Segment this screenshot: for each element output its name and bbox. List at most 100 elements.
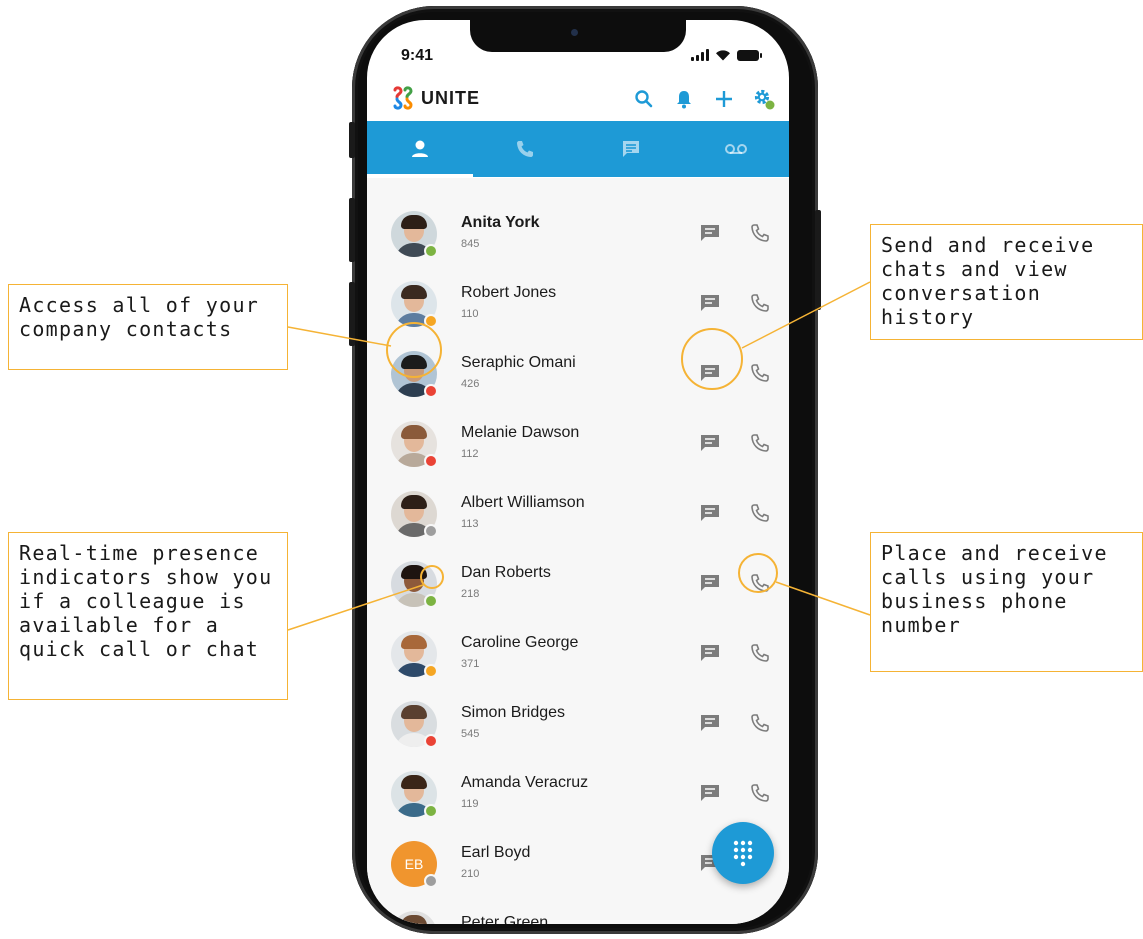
app-logo: UNITE	[391, 86, 480, 110]
phone-icon	[751, 434, 769, 452]
presence-indicator	[424, 874, 438, 888]
callout-presence: Real-time presence indicators show you i…	[8, 532, 288, 700]
add-icon	[716, 91, 732, 107]
dialpad-button[interactable]	[712, 822, 774, 884]
person-icon	[411, 140, 428, 157]
call-button[interactable]	[749, 362, 771, 384]
call-button[interactable]	[749, 642, 771, 664]
chat-button[interactable]	[699, 713, 721, 733]
phone-icon	[751, 224, 769, 242]
search-icon	[635, 90, 653, 108]
contact-extension: 210	[461, 868, 480, 880]
presence-indicator	[424, 384, 438, 398]
presence-indicator	[424, 734, 438, 748]
app-bar: UNITE	[367, 82, 789, 120]
bell-icon	[677, 91, 691, 109]
call-button[interactable]	[749, 432, 771, 454]
phone-icon	[751, 294, 769, 312]
chat-button[interactable]	[699, 573, 721, 593]
list-item[interactable]: Simon Bridges 545	[367, 691, 789, 761]
contact-name: Peter Green	[461, 914, 549, 924]
chat-button[interactable]	[699, 783, 721, 803]
app-name: UNITE	[421, 87, 480, 108]
presence-indicator	[424, 664, 438, 678]
contact-name: Anita York	[461, 214, 540, 231]
list-item[interactable]: Peter Green	[367, 901, 789, 924]
callout-call: Place and receive calls using your busin…	[870, 532, 1143, 672]
contact-name: Amanda Veracruz	[461, 774, 589, 791]
settings-button[interactable]	[751, 86, 777, 112]
phone-icon	[517, 141, 534, 157]
contact-name: Melanie Dawson	[461, 424, 580, 441]
call-button[interactable]	[749, 712, 771, 734]
contact-list: Anita York 845 Robert Jones 110 Seraphic…	[367, 178, 789, 924]
chat-icon	[701, 435, 719, 451]
contact-name: Seraphic Omani	[461, 354, 576, 371]
chat-button[interactable]	[699, 293, 721, 313]
contact-name: Dan Roberts	[461, 564, 551, 581]
contact-extension: 112	[461, 448, 479, 460]
callout-contacts: Access all of your company contacts	[8, 284, 288, 370]
list-item[interactable]: Amanda Veracruz 119	[367, 761, 789, 831]
contact-name: Simon Bridges	[461, 704, 566, 721]
notifications-button[interactable]	[671, 86, 697, 112]
contact-extension: 110	[461, 308, 479, 320]
phone-icon	[751, 714, 769, 732]
presence-highlight-ring	[420, 565, 444, 589]
chat-highlight-ring	[681, 328, 743, 390]
list-item[interactable]: Albert Williamson 113	[367, 481, 789, 551]
volume-down-button	[349, 282, 355, 346]
contact-name: Earl Boyd	[461, 844, 531, 861]
chat-icon	[701, 645, 719, 661]
volume-up-button	[349, 198, 355, 262]
settings-icon	[754, 89, 775, 110]
notch	[470, 20, 686, 52]
power-button	[815, 210, 821, 310]
phone-icon	[751, 504, 769, 522]
chat-icon	[622, 141, 639, 157]
contact-name: Albert Williamson	[461, 494, 585, 511]
mute-switch	[349, 122, 355, 158]
chat-icon	[701, 715, 719, 731]
list-item[interactable]: Anita York 845	[367, 201, 789, 271]
battery-icon	[737, 49, 762, 61]
tab-voicemail[interactable]	[684, 121, 790, 177]
phone-icon	[751, 364, 769, 382]
callout-chat: Send and receive chats and view conversa…	[870, 224, 1143, 340]
tab-bar	[367, 121, 789, 177]
call-highlight-ring	[738, 553, 778, 593]
wifi-icon	[716, 50, 730, 61]
tab-chats[interactable]	[578, 121, 684, 177]
tab-contacts[interactable]	[367, 121, 473, 177]
call-button[interactable]	[749, 782, 771, 804]
contact-extension: 119	[461, 798, 479, 810]
call-button[interactable]	[749, 222, 771, 244]
chat-button[interactable]	[699, 433, 721, 453]
contact-extension: 845	[461, 238, 480, 250]
contact-extension: 113	[461, 518, 479, 530]
avatar	[391, 911, 437, 924]
list-item[interactable]: Melanie Dawson 112	[367, 411, 789, 481]
chat-button[interactable]	[699, 223, 721, 243]
search-button[interactable]	[631, 86, 657, 112]
chat-icon	[701, 575, 719, 591]
signal-icon	[691, 49, 709, 61]
chat-button[interactable]	[699, 503, 721, 523]
contact-extension: 218	[461, 588, 480, 600]
call-button[interactable]	[749, 502, 771, 524]
phone-screen: 9:41 UNITE Anita York 845 Robert Jones 1…	[367, 20, 789, 924]
contact-name: Caroline George	[461, 634, 579, 651]
contact-extension: 426	[461, 378, 480, 390]
camera-icon	[571, 29, 578, 36]
contact-extension: 371	[461, 658, 480, 670]
unite-logo-icon	[393, 86, 413, 110]
voicemail-icon	[725, 144, 748, 154]
phone-icon	[751, 784, 769, 802]
contact-extension: 545	[461, 728, 480, 740]
add-button[interactable]	[711, 86, 737, 112]
chat-button[interactable]	[699, 643, 721, 663]
contact-name: Robert Jones	[461, 284, 557, 301]
tab-calls[interactable]	[473, 121, 579, 177]
list-item[interactable]: Caroline George 371	[367, 621, 789, 691]
call-button[interactable]	[749, 292, 771, 314]
